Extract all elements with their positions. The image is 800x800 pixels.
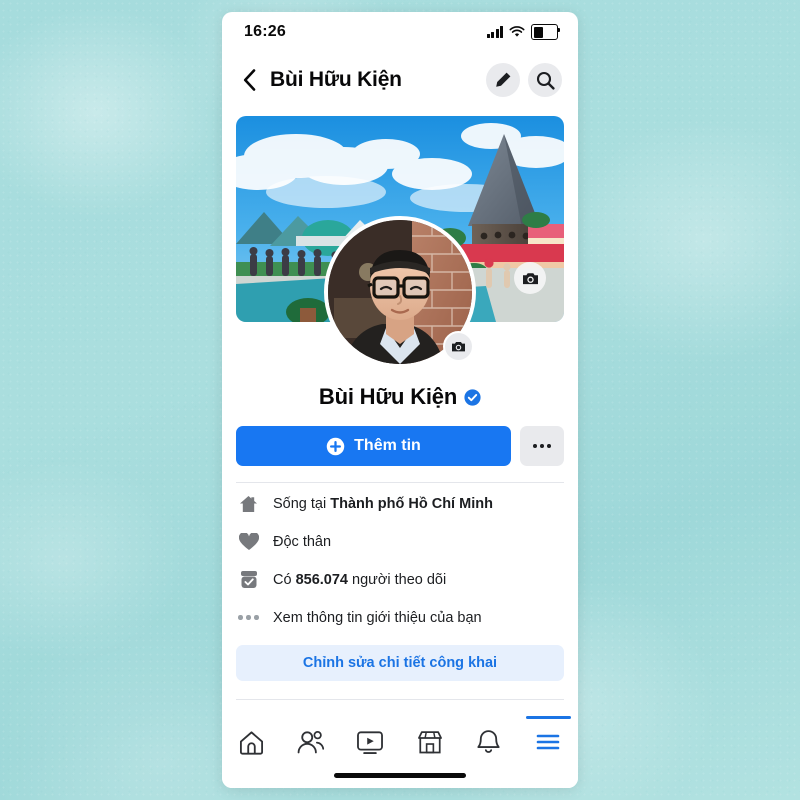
change-cover-photo-button[interactable] <box>514 262 546 294</box>
profile-info-list: Sống tại Thành phố Hồ Chí Minh Độc thân … <box>222 486 578 635</box>
page-title: Bùi Hữu Kiện <box>270 68 402 91</box>
add-story-label: Thêm tin <box>354 437 421 454</box>
nav-marketplace[interactable] <box>400 716 459 768</box>
edit-public-details-label: Chỉnh sửa chi tiết công khai <box>302 655 498 671</box>
signal-bars-icon <box>486 26 504 38</box>
home-icon <box>240 731 264 755</box>
status-bar: 16:26 <box>222 12 578 52</box>
status-clock: 16:26 <box>244 23 286 40</box>
more-options-button[interactable] <box>520 426 564 466</box>
chevron-left-icon <box>243 69 255 91</box>
nav-home[interactable] <box>222 716 281 768</box>
edit-profile-button[interactable] <box>486 63 520 97</box>
nav-friends[interactable] <box>281 716 340 768</box>
battery-icon <box>531 24 560 40</box>
menu-icon <box>536 734 560 750</box>
info-row-city-text: Sống tại Thành phố Hồ Chí Minh <box>273 495 493 512</box>
ellipsis-icon <box>238 615 259 620</box>
back-button[interactable] <box>236 65 262 95</box>
marketplace-icon <box>417 731 442 754</box>
pencil-icon <box>496 72 511 87</box>
info-row-relationship-text: Độc thân <box>273 533 332 550</box>
info-row-see-about[interactable]: Xem thông tin giới thiệu của bạn <box>238 600 562 635</box>
app-header: Bùi Hữu Kiện <box>222 52 578 108</box>
camera-icon <box>522 272 538 284</box>
info-row-relationship[interactable]: Độc thân <box>238 524 562 559</box>
friends-icon <box>298 731 325 754</box>
cover-section <box>236 116 564 368</box>
profile-name: Bùi Hữu Kiện <box>318 384 458 409</box>
info-row-followers-text: Có 856.074 người theo dõi <box>273 571 447 588</box>
nav-notifications[interactable] <box>459 716 518 768</box>
bell-icon <box>477 730 501 753</box>
info-row-city[interactable]: Sống tại Thành phố Hồ Chí Minh <box>238 486 562 521</box>
nav-video[interactable] <box>341 716 400 768</box>
video-icon <box>357 730 384 754</box>
change-profile-photo-button[interactable] <box>443 331 474 362</box>
home-indicator <box>334 773 466 778</box>
section-divider <box>236 482 564 483</box>
wifi-icon <box>509 26 525 37</box>
home-icon <box>238 495 259 513</box>
search-icon <box>536 71 555 90</box>
phone-screen: 16:26 Bùi Hữu Kiện Bùi Hữu Kiện Thêm tin… <box>222 12 578 788</box>
heart-icon <box>238 532 259 551</box>
search-button[interactable] <box>528 63 562 97</box>
status-indicators <box>486 24 560 40</box>
bottom-navigation <box>222 716 578 788</box>
bottom-nav-row <box>222 716 578 768</box>
plus-circle-icon <box>326 437 345 455</box>
add-story-button[interactable]: Thêm tin <box>236 426 511 466</box>
ellipsis-icon <box>533 444 537 448</box>
verified-badge-icon <box>464 388 481 406</box>
nav-menu[interactable] <box>519 716 578 768</box>
section-divider-bottom <box>236 699 564 700</box>
info-row-see-about-text: Xem thông tin giới thiệu của bạn <box>273 609 482 626</box>
camera-icon <box>452 341 465 352</box>
avatar-container <box>324 216 476 368</box>
profile-name-row: Bùi Hữu Kiện <box>222 384 578 410</box>
info-row-followers[interactable]: Có 856.074 người theo dõi <box>238 562 562 597</box>
followers-icon <box>238 570 259 589</box>
profile-actions: Thêm tin <box>222 426 578 466</box>
edit-public-details-button[interactable]: Chỉnh sửa chi tiết công khai <box>236 645 564 681</box>
